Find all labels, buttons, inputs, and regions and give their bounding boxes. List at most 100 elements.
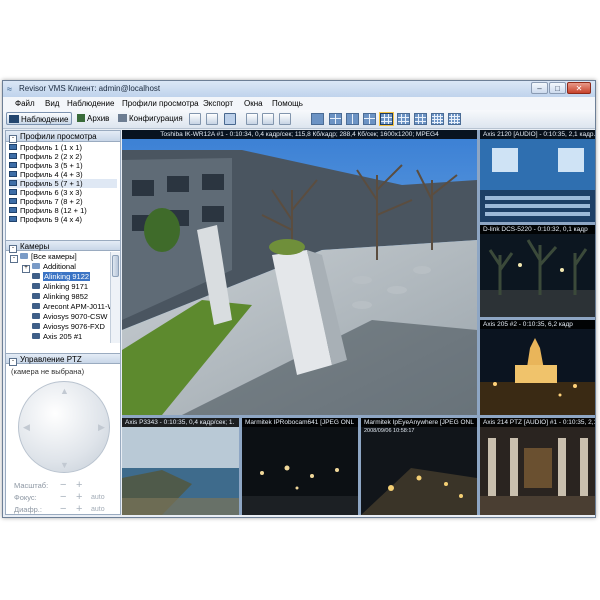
menu-windows[interactable]: Окна [244,99,263,108]
camera-tree-root[interactable]: - [Все камеры] [10,252,77,263]
profile-item[interactable]: Профиль 6 (3 x 3) [9,188,82,197]
folder-icon [20,253,28,259]
mode-configuration-button[interactable]: Конфигурация [116,112,184,125]
ptz-iris-row: Диафр.: − + auto [14,503,105,515]
toolbar: Наблюдение Архив Конфигурация [3,110,595,129]
layout-3x3-icon[interactable] [397,113,410,125]
video-tile-right-3[interactable]: Axis 205 #2 - 0:10:35, 6,2 кадр [480,320,595,415]
plus-icon[interactable]: + [76,480,82,491]
camera-item[interactable]: Aviosys 9070-CSW [32,312,107,321]
menu-view-profiles[interactable]: Профили просмотра [122,99,199,108]
arrow-down-icon: ▼ [60,460,69,470]
camera-item-selected[interactable]: Alinking 9122 [32,272,91,281]
video-tile-bottom-2[interactable]: Marmitek IPRobocam641 [JPEG ONL [242,418,358,515]
profile-item[interactable]: Профиль 8 (12 + 1) [9,206,87,215]
profile-icon [9,162,17,168]
left-panel: - Профили просмотра Профиль 1 (1 x 1) Про… [5,130,121,515]
video-frame [242,418,358,515]
app-logo-icon: ≈ [7,84,12,94]
profile-icon [9,180,17,186]
menu-help[interactable]: Помощь [272,99,303,108]
video-caption: Marmitek IpEyeAnywhere [JPEG ONL [361,418,477,427]
ptz-focus-row: Фокус: − + auto [14,491,105,503]
ptz-joystick[interactable]: ▲ ▼ ◀ ▶ [18,381,110,473]
plus-icon[interactable]: + [76,492,82,503]
profile-icon [9,198,17,204]
collapse-icon[interactable]: - [9,358,17,366]
camera-item[interactable]: Arecont APM-J011-WS [32,302,120,311]
ptz-icon[interactable] [279,113,291,125]
single-view-icon[interactable] [224,113,236,125]
video-caption: Axis 2120 [AUDIO] - 0:10:35, 2,1 кадр. [480,130,595,139]
tree-expander-icon[interactable]: + [22,265,30,273]
ptz-panel-header[interactable]: - Управление PTZ [6,353,120,366]
menu-export[interactable]: Экспорт [203,99,233,108]
camera-group[interactable]: + Additional [22,262,76,273]
plus-icon[interactable]: + [76,504,82,515]
layout-12plus1-icon[interactable] [431,113,444,125]
wrench-icon [118,114,127,122]
video-tile-main[interactable]: Toshiba IK-WR12A #1 - 0:10:34, 0,4 кадр/… [122,130,477,415]
video-tile-bottom-1[interactable]: Axis P3343 - 0:10:35, 0,4 кадр/сек; 1. [122,418,239,515]
profile-item[interactable]: Профиль 4 (4 + 3) [9,170,83,179]
layout-2x2-icon[interactable] [329,113,342,125]
scrollbar-thumb[interactable] [112,255,119,277]
monitor-icon [9,115,19,123]
camera-item[interactable]: Aviosys 9076-FXD [32,322,105,331]
video-caption: Toshiba IK-WR12A #1 - 0:10:34, 0,4 кадр/… [122,130,477,139]
minus-icon[interactable]: − [60,480,66,491]
folder-icon [32,263,40,269]
minus-icon[interactable]: − [60,492,66,503]
video-tile-bottom-4[interactable]: Axis 214 PTZ [AUDIO] #1 - 0:10:35, 2,1 к [480,418,595,515]
fullscreen-icon[interactable] [189,113,201,125]
layout-7plus1-icon[interactable] [380,113,393,125]
camera-list-scrollbar[interactable] [110,252,120,343]
layout-4x4-icon[interactable] [448,113,461,125]
zoom-icon[interactable] [206,113,218,125]
profile-item[interactable]: Профиль 9 (4 x 4) [9,215,82,224]
mode-archive-button[interactable]: Архив [75,112,115,125]
profiles-panel-header[interactable]: - Профили просмотра [6,131,120,143]
profile-item[interactable]: Профиль 1 (1 x 1) [9,143,82,152]
video-tile-right-2[interactable]: D-link DCS-5220 - 0:10:32, 0,1 кадр [480,225,595,317]
collapse-icon[interactable]: - [9,135,17,143]
profile-item[interactable]: Профиль 7 (8 + 2) [9,197,83,206]
video-caption: D-link DCS-5220 - 0:10:32, 0,1 кадр [480,225,595,234]
arrow-right-icon: ▶ [98,422,105,432]
layout-8plus2-icon[interactable] [414,113,427,125]
camera-item[interactable]: Axis 205 #1 [32,332,82,341]
video-tile-right-1[interactable]: Axis 2120 [AUDIO] - 0:10:35, 2,1 кадр. [480,130,595,222]
snapshot-icon[interactable] [246,113,258,125]
profile-icon [9,144,17,150]
video-frame [480,130,595,222]
menu-view[interactable]: Вид [45,99,59,108]
menu-file[interactable]: Файл [15,99,35,108]
profile-icon [9,153,17,159]
camera-icon [32,313,40,319]
menu-monitoring[interactable]: Наблюдение [67,99,114,108]
record-icon[interactable] [262,113,274,125]
minimize-button[interactable]: – [531,82,548,94]
profile-item-selected[interactable]: Профиль 5 (7 + 1) [9,179,117,188]
tree-expander-icon[interactable]: - [10,255,18,263]
layout-1x1-icon[interactable] [311,113,324,125]
camera-item[interactable]: Alinking 9171 [32,282,88,291]
camera-item[interactable]: Alinking 9852 [32,292,88,301]
layout-5plus1-icon[interactable] [346,113,359,125]
camera-icon [32,273,40,279]
mode-monitoring-button[interactable]: Наблюдение [6,112,72,125]
title-bar: ≈ Revisor VMS Клиент: admin@localhost – … [3,81,595,97]
maximize-button[interactable]: □ [549,82,566,94]
video-grid: Toshiba IK-WR12A #1 - 0:10:34, 0,4 кадр/… [122,130,595,515]
video-caption: Axis 214 PTZ [AUDIO] #1 - 0:10:35, 2,1 к [480,418,595,427]
profile-item[interactable]: Профиль 2 (2 x 2) [9,152,82,161]
layout-4plus3-icon[interactable] [363,113,376,125]
profile-item[interactable]: Профиль 3 (5 + 1) [9,161,83,170]
minus-icon[interactable]: − [60,504,66,515]
profile-icon [9,189,17,195]
video-frame [122,418,239,515]
close-button[interactable]: ✕ [567,82,591,94]
cameras-panel-header[interactable]: - Камеры [6,240,120,253]
video-tile-bottom-3[interactable]: Marmitek IpEyeAnywhere [JPEG ONL 2008/09… [361,418,477,515]
video-frame [480,320,595,415]
